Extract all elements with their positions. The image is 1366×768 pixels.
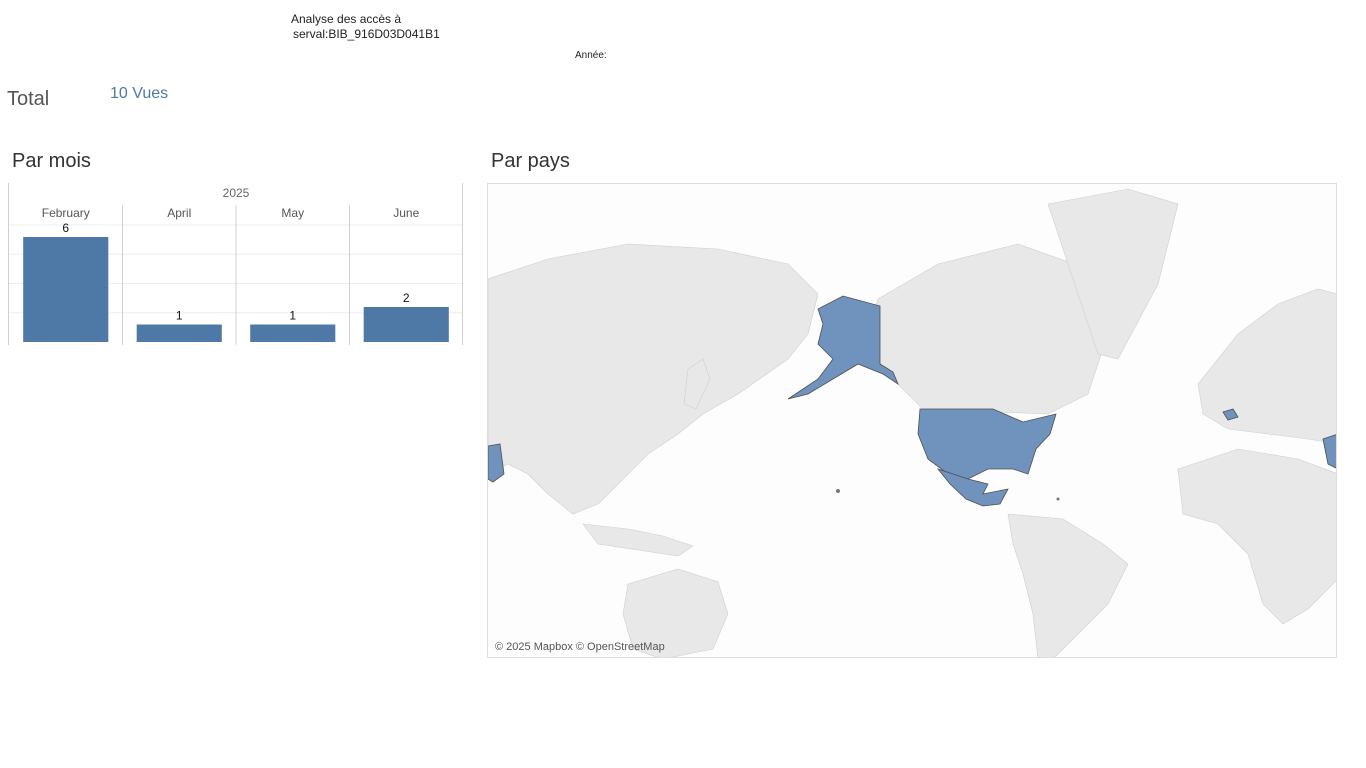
map-island-hawaii <box>836 489 840 493</box>
chart-value-label-may: 1 <box>289 309 296 323</box>
chart-bar-june <box>363 307 449 342</box>
map-country-usa[interactable] <box>917 408 1057 480</box>
monthly-bar-chart: 2025 February 6 April 1 May 1 June 2 <box>8 183 464 345</box>
map-islands <box>836 489 1060 501</box>
country-map[interactable]: © 2025 Mapbox © OpenStreetMap <box>487 183 1337 658</box>
total-views-value[interactable]: 10 Vues <box>110 85 168 103</box>
chart-year-header: 2025 <box>223 186 250 200</box>
page-title-line1: Analyse des accès à <box>291 12 402 26</box>
map-land-asia <box>488 243 819 515</box>
page-title-line2: serval:BIB_916D03D041B1 <box>293 27 440 41</box>
by-country-title: Par pays <box>491 150 570 172</box>
chart-category-label-june: June <box>393 206 419 220</box>
map-land-europe <box>1197 288 1336 444</box>
chart-value-label-april: 1 <box>176 309 183 323</box>
world-map-svg[interactable] <box>488 184 1337 658</box>
chart-bar-april <box>136 324 222 342</box>
chart-value-label-june: 2 <box>403 291 410 305</box>
total-label: Total <box>7 88 50 110</box>
chart-bar-may <box>250 324 336 342</box>
chart-bar-february <box>23 237 109 342</box>
map-island-caribbean <box>1056 497 1060 501</box>
map-land-indonesia <box>582 523 694 557</box>
map-land <box>488 188 1336 657</box>
map-land-south-america <box>1007 513 1129 657</box>
map-region-middle-east[interactable] <box>1322 434 1337 469</box>
chart-category-label-february: February <box>42 206 90 220</box>
by-month-title: Par mois <box>12 150 91 172</box>
monthly-bar-chart-svg: 2025 February6 April 1 May 1 June 2 <box>8 183 463 345</box>
map-attribution[interactable]: © 2025 Mapbox © OpenStreetMap <box>495 641 665 653</box>
map-land-africa <box>1177 448 1336 625</box>
chart-value-label-february: 6 <box>62 221 69 235</box>
chart-category-label-april: April <box>167 206 191 220</box>
page-title: Analyse des accès à serval:BIB_916D03D04… <box>291 12 440 42</box>
chart-category-label-may: May <box>281 206 304 220</box>
year-filter-label[interactable]: Année: <box>575 50 607 61</box>
